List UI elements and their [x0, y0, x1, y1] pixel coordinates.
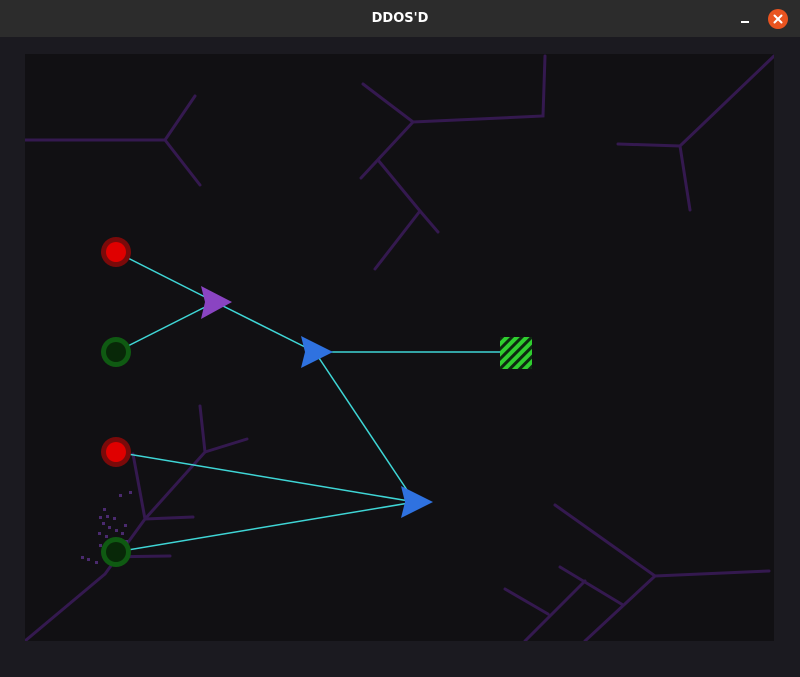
connections: [115, 251, 515, 553]
particle: [113, 517, 116, 520]
crack: [523, 579, 587, 641]
connection-line: [314, 351, 416, 503]
crack: [553, 503, 771, 578]
particle: [103, 508, 106, 511]
connection-line: [115, 301, 216, 353]
particle: [108, 526, 111, 529]
router-blue-1[interactable]: [301, 336, 333, 368]
source-node-4[interactable]: [101, 537, 131, 567]
particle: [95, 561, 98, 564]
crack: [143, 515, 195, 521]
target-server[interactable]: [500, 337, 532, 369]
crack: [558, 565, 625, 607]
particle: [106, 515, 109, 518]
router-purple[interactable]: [201, 286, 232, 319]
particle: [87, 558, 90, 561]
close-icon[interactable]: [768, 9, 788, 29]
crack: [25, 94, 197, 142]
crack: [373, 209, 422, 271]
particle: [129, 491, 132, 494]
particle: [99, 516, 102, 519]
crack: [583, 574, 657, 641]
crack: [503, 587, 550, 616]
particle: [102, 522, 105, 525]
game-board[interactable]: [25, 54, 774, 641]
crack: [198, 404, 207, 454]
game-canvas[interactable]: [25, 54, 774, 641]
particle: [124, 524, 127, 527]
crack: [678, 144, 692, 212]
particle: [115, 529, 118, 532]
particle: [121, 532, 124, 535]
connection-line: [214, 301, 316, 353]
particle: [99, 544, 102, 547]
connection-line: [115, 251, 216, 303]
particle: [105, 535, 108, 538]
minimize-icon[interactable]: [732, 9, 756, 29]
connection-line: [115, 501, 416, 553]
source-node-3[interactable]: [101, 437, 131, 467]
background-cracks: [25, 54, 774, 641]
connection-line: [115, 451, 416, 503]
crack: [163, 138, 202, 187]
title-bar[interactable]: DDOS'D: [0, 0, 800, 37]
crack: [131, 452, 147, 521]
source-node-1[interactable]: [101, 237, 131, 267]
crack: [616, 54, 774, 148]
game-frame: [0, 37, 800, 677]
particle: [98, 532, 101, 535]
crack: [361, 54, 547, 124]
particle: [81, 556, 84, 559]
crack: [376, 158, 440, 234]
router-blue-2[interactable]: [401, 486, 433, 518]
source-node-2[interactable]: [101, 337, 131, 367]
window-title: DDOS'D: [371, 11, 429, 26]
particle: [119, 494, 122, 497]
app-window: DDOS'D: [0, 0, 800, 677]
